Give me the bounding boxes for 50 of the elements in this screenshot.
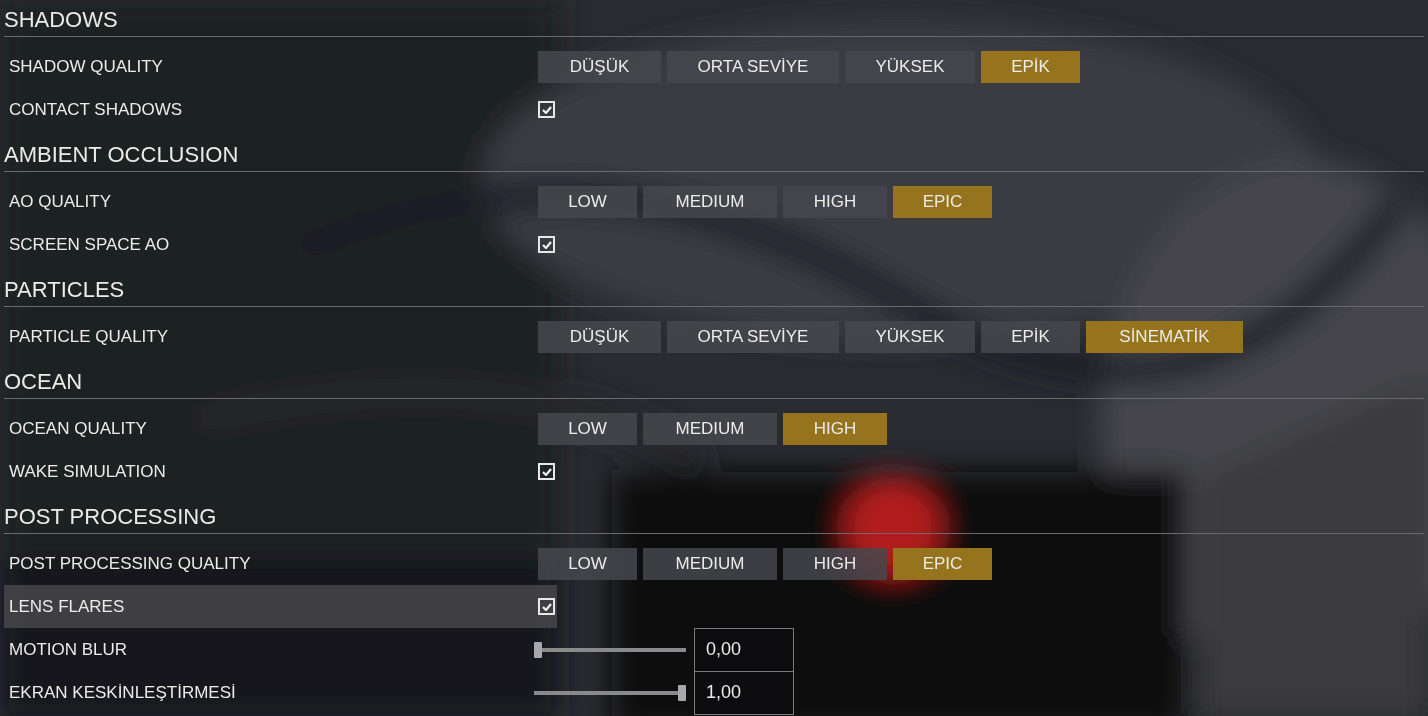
setting-label: EKRAN KESKİNLEŞTİRMESİ xyxy=(8,681,237,704)
option-button[interactable]: LOW xyxy=(538,185,637,218)
slider-thumb[interactable] xyxy=(678,684,686,701)
setting-label: POST PROCESSING QUALITY xyxy=(8,552,252,575)
setting-label: MOTION BLUR xyxy=(8,638,129,661)
setting-label: SCREEN SPACE AO xyxy=(8,233,171,256)
option-button[interactable]: SİNEMATİK xyxy=(1086,320,1243,353)
setting-label: LENS FLARES xyxy=(8,595,126,618)
setting-label: WAKE SIMULATION xyxy=(8,460,167,483)
option-button[interactable]: YÜKSEK xyxy=(845,50,975,83)
setting-label: CONTACT SHADOWS xyxy=(8,98,184,121)
section-heading: PARTICLES xyxy=(4,278,126,302)
option-button[interactable]: EPİK xyxy=(981,320,1080,353)
setting-label: PARTICLE QUALITY xyxy=(8,325,170,348)
setting-label: AO QUALITY xyxy=(8,190,113,213)
value-field[interactable]: 0,00 xyxy=(694,627,794,672)
checkbox[interactable] xyxy=(538,236,555,253)
setting-label: SHADOW QUALITY xyxy=(8,55,164,78)
check-icon xyxy=(541,240,552,249)
slider[interactable] xyxy=(534,684,686,701)
check-icon xyxy=(541,105,552,114)
checkbox[interactable] xyxy=(538,463,555,480)
option-button[interactable]: DÜŞÜK xyxy=(538,320,661,353)
option-button[interactable]: DÜŞÜK xyxy=(538,50,661,83)
check-icon xyxy=(541,467,552,476)
option-button[interactable]: MEDIUM xyxy=(643,412,777,445)
option-button[interactable]: LOW xyxy=(538,547,637,580)
option-button[interactable]: HIGH xyxy=(783,412,887,445)
option-button[interactable]: YÜKSEK xyxy=(845,320,975,353)
option-button[interactable]: EPIC xyxy=(893,547,992,580)
check-icon xyxy=(541,602,552,611)
option-button[interactable]: HIGH xyxy=(783,185,887,218)
section-heading: AMBIENT OCCLUSION xyxy=(4,143,240,167)
option-button[interactable]: ORTA SEVİYE xyxy=(667,50,839,83)
option-button[interactable]: EPIC xyxy=(893,185,992,218)
option-button[interactable]: EPİK xyxy=(981,50,1080,83)
slider-thumb[interactable] xyxy=(534,641,542,658)
checkbox[interactable] xyxy=(538,101,555,118)
slider[interactable] xyxy=(534,641,686,658)
section-heading: SHADOWS xyxy=(4,8,119,32)
option-button[interactable]: HIGH xyxy=(783,547,887,580)
option-button[interactable]: MEDIUM xyxy=(643,547,777,580)
section-heading: OCEAN xyxy=(4,370,84,394)
option-button[interactable]: ORTA SEVİYE xyxy=(667,320,839,353)
section-heading: POST PROCESSING xyxy=(4,505,218,529)
value-field[interactable]: 1,00 xyxy=(694,670,794,715)
option-button[interactable]: MEDIUM xyxy=(643,185,777,218)
option-button[interactable]: LOW xyxy=(538,412,637,445)
setting-label: OCEAN QUALITY xyxy=(8,417,148,440)
checkbox[interactable] xyxy=(538,598,555,615)
